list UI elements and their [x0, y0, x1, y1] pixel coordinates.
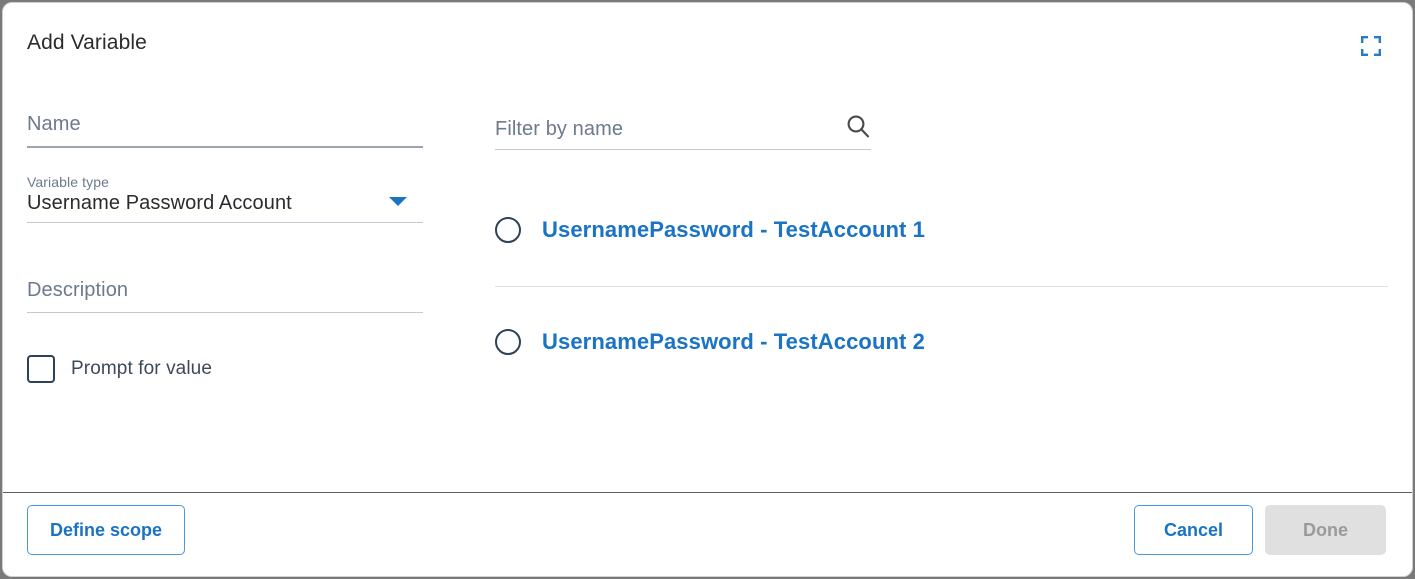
- dialog-footer: Define scope Cancel Done: [3, 492, 1412, 576]
- description-field[interactable]: Description: [27, 279, 423, 313]
- description-placeholder: Description: [27, 279, 129, 301]
- list-item-label: UsernamePassword - TestAccount 2: [542, 329, 926, 354]
- search-icon[interactable]: [845, 113, 871, 139]
- search-placeholder: Filter by name: [495, 118, 624, 140]
- variable-form-panel: Name Variable type Username Password Acc…: [27, 113, 423, 383]
- search-input[interactable]: Filter by name: [495, 113, 871, 150]
- variable-type-select[interactable]: Variable type Username Password Account: [27, 174, 423, 223]
- variable-type-label: Variable type: [27, 174, 109, 190]
- list-item-label: UsernamePassword - TestAccount 1: [542, 217, 926, 242]
- define-scope-button[interactable]: Define scope: [27, 505, 186, 555]
- radio-button-icon[interactable]: [495, 217, 521, 243]
- variable-type-value: Username Password Account: [27, 192, 292, 214]
- radio-button-icon[interactable]: [495, 329, 521, 355]
- page-title: Add Variable: [27, 31, 147, 54]
- expand-fullscreen-glyph: [1361, 36, 1381, 56]
- expand-fullscreen-icon[interactable]: [1354, 29, 1388, 63]
- cancel-button[interactable]: Cancel: [1134, 505, 1253, 555]
- add-variable-dialog: Add Variable Name Variable type Username…: [2, 2, 1413, 577]
- list-item[interactable]: UsernamePassword - TestAccount 1: [495, 206, 1388, 254]
- variable-type-select-row[interactable]: Username Password Account: [27, 192, 423, 222]
- done-button[interactable]: Done: [1265, 505, 1386, 555]
- account-options-list: UsernamePassword - TestAccount 1 Usernam…: [495, 206, 1388, 366]
- name-placeholder: Name: [27, 113, 81, 135]
- chevron-down-icon: [389, 197, 407, 206]
- name-field[interactable]: Name: [27, 113, 423, 148]
- variable-type-underline: [27, 222, 423, 223]
- checkbox-box-icon[interactable]: [27, 355, 55, 383]
- description-field-underline: [27, 312, 423, 313]
- name-field-underline: [27, 146, 423, 148]
- prompt-for-value-label: Prompt for value: [71, 358, 212, 379]
- prompt-for-value-checkbox[interactable]: Prompt for value: [27, 355, 212, 383]
- account-list-panel: Filter by name UsernamePassword - TestAc…: [495, 113, 1388, 366]
- list-divider: [495, 286, 1388, 287]
- list-item[interactable]: UsernamePassword - TestAccount 2: [495, 318, 1388, 366]
